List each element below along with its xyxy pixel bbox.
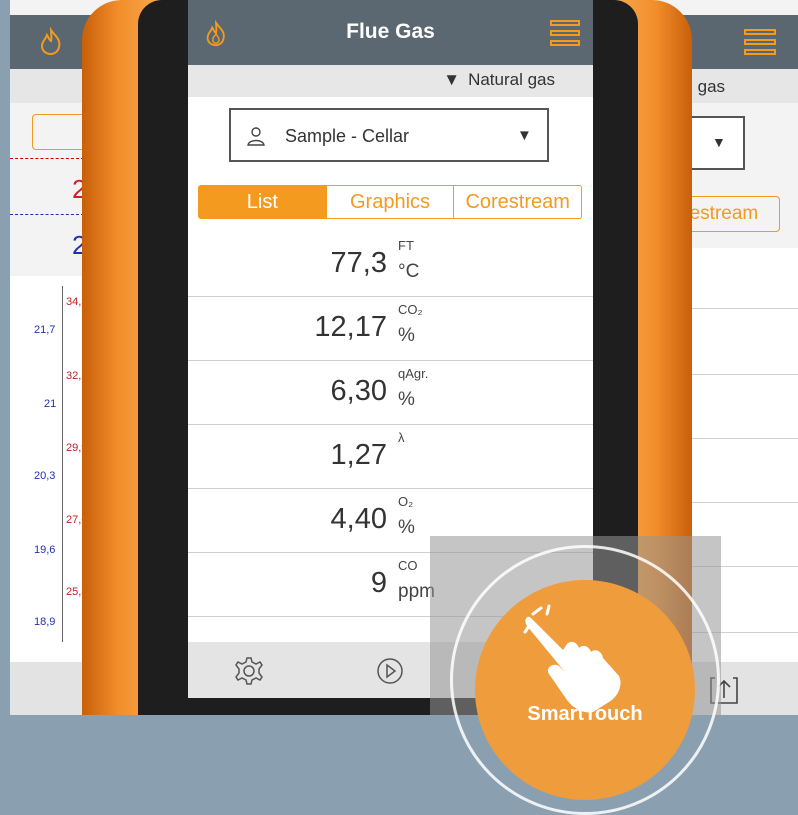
measurement-value: 9 xyxy=(370,567,387,599)
tab-corestream[interactable]: Corestream xyxy=(454,186,581,218)
hand-icon xyxy=(523,604,621,713)
measurement-value: 4,40 xyxy=(330,503,387,535)
blue-tick: 19,6 xyxy=(34,544,56,556)
measurement-label: CO xyxy=(398,558,418,573)
page-title: Flue Gas xyxy=(346,20,435,43)
blue-tick: 21,7 xyxy=(34,324,56,336)
measurement-label: CO₂ xyxy=(398,302,423,317)
measurement-value: 12,17 xyxy=(314,311,387,343)
dropdown-arrow-icon: ▼ xyxy=(443,70,461,89)
smarttouch-button[interactable] xyxy=(475,580,695,800)
tab-list[interactable]: List xyxy=(199,186,327,218)
measurement-unit: % xyxy=(398,325,415,346)
menu-icon[interactable] xyxy=(550,20,580,46)
location-value: Sample - Cellar xyxy=(285,126,410,146)
measurement-row[interactable]: 12,17 CO₂ % xyxy=(188,297,593,361)
blue-tick: 18,9 xyxy=(34,616,56,628)
measurement-value: 1,27 xyxy=(330,439,387,471)
view-tabs: List Graphics Corestream xyxy=(198,185,582,219)
measurement-value: 6,30 xyxy=(330,375,387,407)
fuel-bar: ▼ Natural gas xyxy=(188,65,593,97)
menu-icon[interactable] xyxy=(744,29,776,55)
dropdown-arrow-icon: ▼ xyxy=(517,127,532,144)
fuel-selector[interactable]: ▼ Natural gas xyxy=(443,70,555,90)
blue-tick: 21 xyxy=(44,398,57,410)
app-header: Flue Gas xyxy=(188,0,593,65)
blue-tick: 20,3 xyxy=(34,470,56,482)
measurement-label: qAgr. xyxy=(398,366,429,381)
measurement-row[interactable]: 6,30 qAgr. % xyxy=(188,361,593,425)
play-icon[interactable] xyxy=(376,657,404,685)
dropdown-arrow-icon: ▼ xyxy=(712,134,726,150)
person-icon xyxy=(247,127,265,146)
measurement-unit: % xyxy=(398,389,415,410)
measurement-unit: °C xyxy=(398,261,420,282)
measurement-row[interactable]: 77,3 FT °C xyxy=(188,233,593,297)
location-dropdown[interactable]: Sample - Cellar ▼ xyxy=(229,108,549,162)
measurement-label: O₂ xyxy=(398,494,414,509)
measurement-value: 77,3 xyxy=(330,247,387,279)
fuel-label: Natural gas xyxy=(468,70,555,89)
measurement-unit: % xyxy=(398,517,415,538)
measurement-label: FT xyxy=(398,238,414,253)
tab-graphics[interactable]: Graphics xyxy=(327,186,455,218)
measurement-row[interactable]: 1,27 λ xyxy=(188,425,593,489)
flame-icon xyxy=(40,27,61,56)
settings-icon[interactable] xyxy=(234,656,264,686)
measurement-label: λ xyxy=(398,430,405,445)
blue-axis xyxy=(62,286,63,642)
